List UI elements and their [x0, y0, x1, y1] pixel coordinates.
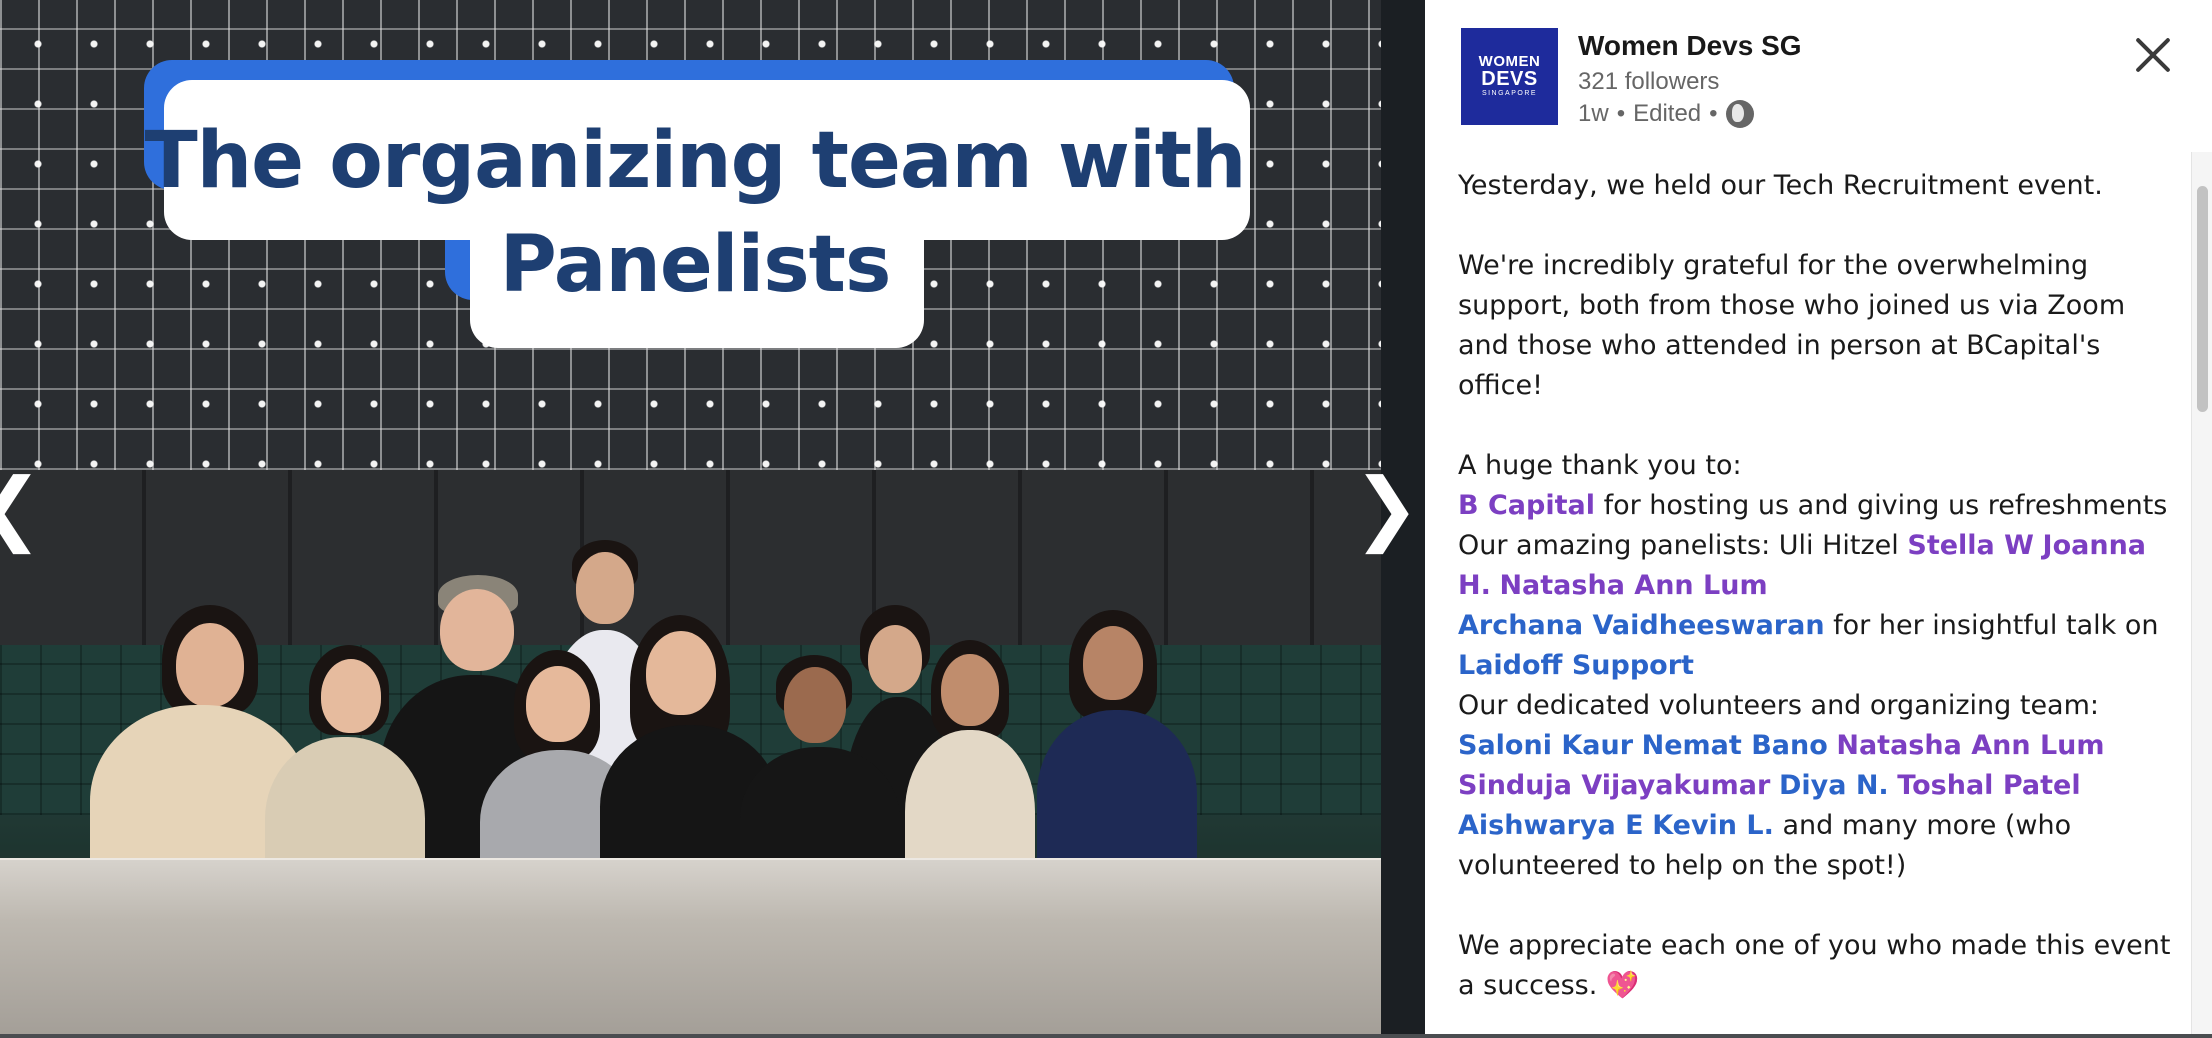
heart-emoji: 💖	[1605, 970, 1640, 1001]
post-closing: We appreciate each one of you who made t…	[1458, 926, 2178, 1006]
photo-viewer: The organizing team with Panelists ❮ ❯	[0, 0, 1425, 1038]
post-text: Yesterday, we held our Tech Recruitment …	[1458, 166, 2178, 1006]
thanks-speaker: Archana Vaidheeswaran for her insightful…	[1458, 606, 2178, 686]
logo-text-1: WOMEN	[1478, 53, 1541, 70]
thanks-host: B Capital for hosting us and giving us r…	[1458, 486, 2178, 526]
mention-diya[interactable]: Diya N.	[1779, 770, 1889, 801]
scrollbar-thumb[interactable]	[2197, 186, 2208, 412]
closing-text: We appreciate each one of you who made t…	[1458, 930, 2171, 1001]
edited-label: Edited	[1633, 100, 1702, 127]
mention-natasha-volunteer[interactable]: Natasha Ann Lum	[1836, 730, 2104, 761]
photo-counter	[0, 860, 1381, 1034]
follower-count: 321 followers	[1578, 68, 1720, 95]
post-gratitude: We're incredibly grateful for the overwh…	[1458, 250, 2126, 401]
mention-sinduja[interactable]: Sinduja Vijayakumar	[1458, 770, 1770, 801]
meta-separator: •	[1616, 100, 1626, 127]
post-age: 1w	[1578, 100, 1609, 127]
post-panel: WOMEN DEVS SINGAPORE Women Devs SG 321 f…	[1425, 0, 2212, 1034]
close-icon[interactable]	[2125, 28, 2181, 84]
overlay-title-line-1: The organizing team with	[144, 116, 1246, 206]
bottom-edge	[0, 1034, 2212, 1038]
meta-separator: •	[1709, 100, 1718, 127]
mention-natasha[interactable]: Natasha Ann Lum	[1499, 570, 1767, 601]
mention-kevin[interactable]: Kevin L.	[1652, 810, 1774, 841]
mention-nemat[interactable]: Nemat Bano	[1642, 730, 1828, 761]
mention-b-capital[interactable]: B Capital	[1458, 490, 1595, 521]
thanks-heading: A huge thank you to:	[1458, 450, 1742, 481]
chevron-left-icon[interactable]: ❮	[0, 468, 43, 548]
org-logo[interactable]: WOMEN DEVS SINGAPORE	[1461, 28, 1558, 125]
logo-text-3: SINGAPORE	[1481, 90, 1538, 97]
post-photo: The organizing team with Panelists	[0, 0, 1381, 1034]
panelists-text: Our amazing panelists: Uli Hitzel	[1458, 530, 1908, 561]
globe-icon	[1725, 100, 1754, 128]
mention-aishwarya[interactable]: Aishwarya E	[1458, 810, 1644, 841]
mention-toshal[interactable]: Toshal Patel	[1897, 770, 2080, 801]
org-name-link[interactable]: Women Devs SG	[1578, 30, 1802, 62]
post-intro: Yesterday, we held our Tech Recruitment …	[1458, 170, 2103, 201]
mention-stella[interactable]: Stella W	[1907, 530, 2034, 561]
post-scrollbar[interactable]	[2191, 152, 2212, 1034]
speaker-text: for her insightful talk on	[1824, 610, 2159, 641]
post-meta: 1w • Edited •	[1578, 100, 1754, 128]
volunteers-text: Our dedicated volunteers and organizing …	[1458, 690, 2099, 721]
overlay-title-line-2: Panelists	[499, 220, 892, 310]
thanks-volunteers: Our dedicated volunteers and organizing …	[1458, 686, 2178, 886]
mention-laidoff-support[interactable]: Laidoff Support	[1458, 650, 1694, 681]
chevron-right-icon[interactable]: ❯	[1353, 468, 1420, 548]
logo-text-2: DEVS	[1481, 68, 1538, 90]
host-text: for hosting us and giving us refreshment…	[1594, 490, 2168, 521]
mention-archana[interactable]: Archana Vaidheeswaran	[1458, 610, 1825, 641]
mention-saloni[interactable]: Saloni Kaur	[1458, 730, 1633, 761]
thanks-panelists: Our amazing panelists: Uli Hitzel Stella…	[1458, 526, 2178, 606]
photo-title-overlay: The organizing team with Panelists	[140, 60, 1250, 350]
